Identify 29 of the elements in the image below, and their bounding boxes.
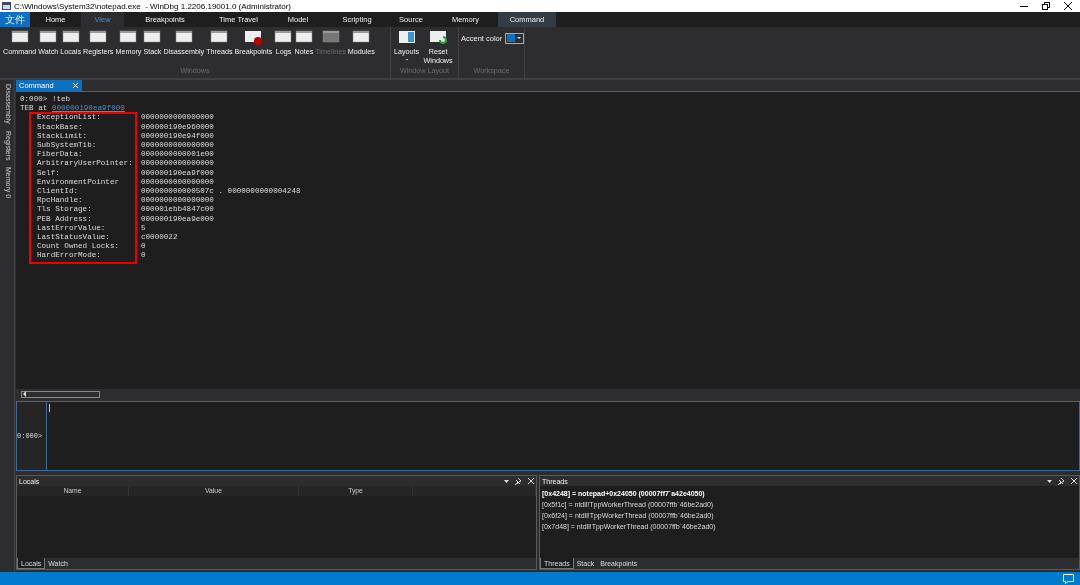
close-icon [72,82,79,89]
window-icon [321,30,340,45]
window-title: C:\Windows\System32\notepad.exe - WinDbg 1.2206.19001.0 (Administrator) [14,1,293,11]
window-icon [10,30,29,45]
window-icon [39,30,58,45]
close-icon[interactable] [1064,2,1072,10]
window-icon [174,30,193,45]
window-icon [294,30,313,45]
scroll-left-icon [22,391,28,398]
chat-icon[interactable] [1063,573,1074,584]
window-icon [89,30,108,45]
pin-icon[interactable] [1058,477,1065,485]
layout-icon [397,30,416,45]
dropdown-icon[interactable] [1047,479,1052,483]
dropdown-icon[interactable] [504,479,509,483]
app-icon [2,2,11,10]
window-icon [119,30,138,45]
restore-icon[interactable] [1042,2,1050,10]
accent-color-dropdown[interactable] [505,32,525,44]
breakpoint-icon [244,30,263,45]
window-icon [274,30,293,45]
scrollbar-thumb[interactable] [21,390,100,398]
pin-icon[interactable] [515,477,522,485]
window-icon [210,30,229,45]
window-icon [143,30,162,45]
reset-icon [429,30,448,45]
window-icon [61,30,80,45]
window-icon [352,30,371,45]
menu-tab[interactable]: 文件 [0,12,30,27]
